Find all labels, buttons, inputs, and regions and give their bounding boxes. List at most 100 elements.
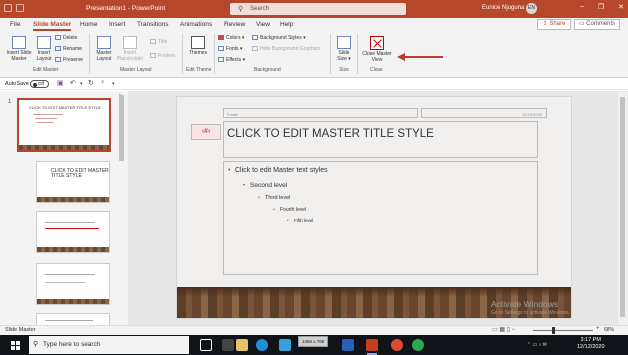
background-styles-label: Background Styles [260, 35, 302, 41]
search-box[interactable]: ⚲ Search [230, 3, 406, 15]
group-label-edit-theme: Edit Theme [186, 67, 212, 73]
layout-thumbnail[interactable] [36, 263, 110, 305]
save-icon[interactable] [4, 4, 12, 12]
window-title: Presentation1 - PowerPoint [86, 5, 166, 12]
undo-dropdown-icon[interactable]: ▾ [80, 81, 83, 87]
date-placeholder[interactable]: 12/12/2020 [421, 108, 547, 118]
close-window-icon[interactable]: ✕ [618, 3, 624, 11]
slide-size-button[interactable]: Slide Size ▾ [334, 36, 354, 62]
title-placeholder[interactable]: CLICK TO EDIT MASTER TITLE STYLE [223, 121, 538, 158]
restore-icon[interactable]: ❐ [598, 3, 604, 11]
footer-placeholder[interactable]: Footer [223, 108, 418, 118]
settings-icon[interactable] [222, 339, 234, 351]
colors-label: Colors [226, 35, 241, 41]
insert-placeholder-button[interactable]: Insert Placeholder [115, 36, 145, 62]
tab-help[interactable]: Help [280, 21, 293, 28]
app-icon[interactable] [391, 339, 403, 351]
tab-review[interactable]: Review [224, 21, 245, 28]
thumbnail-line [37, 122, 53, 123]
fonts-dropdown[interactable]: Fonts ▾ [218, 46, 242, 52]
save-icon[interactable]: ▣ [57, 79, 64, 87]
layout-thumbnail[interactable] [36, 211, 110, 253]
layout-thumbnail[interactable]: CLICK TO EDIT MASTER TITLE STYLE [36, 161, 110, 203]
master-layout-button[interactable]: Master Layout [94, 36, 114, 62]
zoom-slider[interactable] [533, 330, 593, 331]
store-icon[interactable] [279, 339, 291, 351]
tab-file[interactable]: File [10, 21, 20, 28]
autosave-toggle[interactable]: Off [30, 80, 49, 88]
insert-layout-label: Insert Layout [36, 50, 52, 62]
search-icon: ⚲ [238, 6, 244, 13]
customize-qat-icon[interactable]: ▾ [112, 81, 115, 87]
mail-icon[interactable] [342, 339, 354, 351]
thumbnail-scrollbar[interactable] [119, 95, 124, 161]
taskbar-search[interactable]: ⚲ Type here to search [29, 336, 189, 354]
activation-watermark-subtitle: Go to Settings to activate Windows. [491, 310, 570, 316]
task-view-icon[interactable] [200, 339, 212, 351]
thumbnail-line [33, 114, 63, 115]
body-level-3: Third level [258, 195, 290, 201]
effects-dropdown[interactable]: Effects ▾ [218, 57, 245, 63]
tab-insert[interactable]: Insert [109, 21, 125, 28]
windows-start-icon[interactable] [11, 341, 20, 350]
powerpoint-icon[interactable] [366, 339, 378, 355]
edge-browser-icon[interactable] [256, 339, 268, 351]
zoom-in-icon[interactable]: + [596, 326, 600, 332]
zoom-slider-knob[interactable] [552, 327, 556, 334]
normal-view-icon[interactable]: ▭ [492, 327, 498, 333]
tab-view[interactable]: View [256, 21, 270, 28]
master-thumbnail[interactable]: CLICK TO EDIT MASTER TITLE STYLE [17, 98, 111, 152]
colors-dropdown[interactable]: Colors ▾ [218, 35, 244, 41]
background-styles-icon [252, 35, 258, 40]
close-master-view-button[interactable]: Close Master View [361, 36, 393, 63]
slide-size-icon [337, 36, 351, 49]
avatar[interactable]: EN [526, 3, 537, 14]
undo-icon[interactable]: ↶ [70, 79, 76, 87]
chrome-icon[interactable] [412, 339, 424, 351]
slide-sorter-icon[interactable]: ▦ [499, 327, 505, 333]
tab-animations[interactable]: Animations [180, 21, 212, 28]
slide-master[interactable]: Footer 12/12/2020 ‹#› CLICK TO EDIT MAST… [176, 96, 572, 319]
title-checkbox[interactable]: Title [150, 39, 167, 45]
user-name[interactable]: Eunice Njuguna [482, 5, 524, 11]
footers-checkbox[interactable]: Footers [150, 53, 175, 59]
rename-button[interactable]: Rename [55, 46, 82, 52]
comments-label: Comments [586, 21, 616, 27]
view-name: Slide Master [5, 327, 36, 333]
clock[interactable]: 3:17 PM 12/12/2020 [577, 337, 605, 351]
thumbnail-line [35, 118, 57, 119]
footers-checkbox-label: Footers [158, 53, 175, 59]
tab-home[interactable]: Home [80, 21, 97, 28]
zoom-out-icon[interactable]: − [512, 327, 516, 333]
hide-background-graphics-checkbox[interactable]: Hide Background Graphics [252, 46, 320, 52]
insert-slide-master-button[interactable]: Insert Slide Master [6, 36, 32, 62]
share-label: Share [549, 21, 566, 27]
system-tray[interactable]: ⌃ ▭ ♪ ✉ [527, 342, 547, 348]
share-button[interactable]: ⇪ Share [537, 19, 571, 30]
body-placeholder[interactable]: Click to edit Master text styles Second … [223, 161, 538, 275]
preserve-button[interactable]: Preserve [55, 57, 83, 63]
tab-slide-master[interactable]: Slide Master [33, 21, 72, 31]
delete-button[interactable]: Delete [55, 35, 77, 41]
slide-scrollbar[interactable] [620, 97, 625, 317]
title-checkbox-label: Title [158, 39, 168, 45]
minimize-icon[interactable]: – [580, 3, 584, 11]
delete-label: Delete [63, 35, 78, 41]
file-explorer-icon[interactable] [236, 339, 248, 351]
thumbnail-line [45, 320, 93, 321]
comments-button[interactable]: ▭ Comments [574, 19, 620, 30]
hide-background-graphics-label: Hide Background Graphics [260, 46, 320, 52]
tab-transitions[interactable]: Transitions [137, 21, 169, 28]
presenter-icon[interactable]: ♀ [100, 79, 105, 86]
zoom-level[interactable]: 68% [604, 327, 614, 333]
body-level-5: Fifth level [287, 218, 313, 223]
redo-icon[interactable]: ↻ [88, 79, 94, 87]
slide-number-placeholder[interactable]: ‹#› [191, 124, 221, 140]
insert-layout-button[interactable]: Insert Layout [34, 36, 54, 62]
reading-view-icon[interactable]: ▯ [507, 327, 510, 333]
layout-thumbnail[interactable] [36, 313, 110, 325]
background-styles-dropdown[interactable]: Background Styles ▾ [252, 35, 306, 41]
undo-icon[interactable] [16, 4, 24, 12]
fonts-icon [218, 46, 224, 51]
themes-button[interactable]: Themes [187, 36, 209, 56]
